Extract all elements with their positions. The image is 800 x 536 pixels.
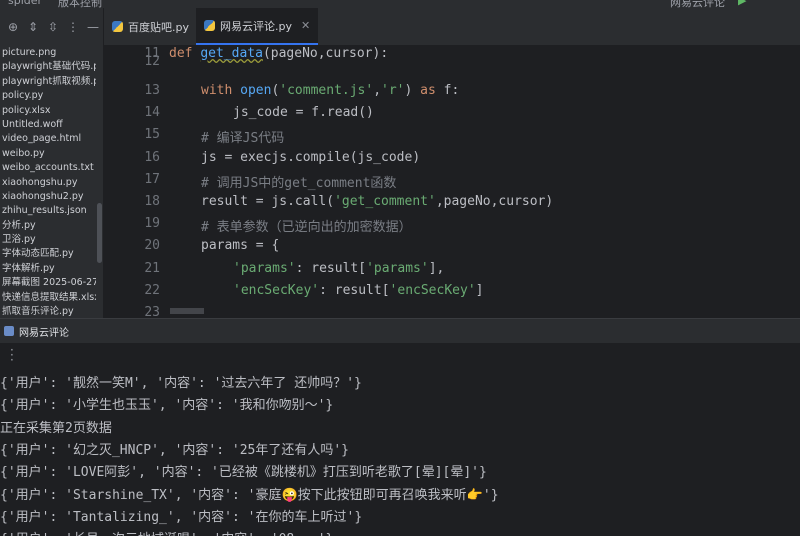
expand-icon[interactable]: ⇕ xyxy=(26,20,40,34)
line-number: 18 xyxy=(144,194,160,209)
line-number: 22 xyxy=(144,283,160,298)
code-line-18: result = js.call('get_comment',pageNo,cu… xyxy=(201,194,554,209)
line-number: 15 xyxy=(144,127,160,142)
code-line-17: # 调用JS中的get_comment函数 xyxy=(201,176,397,191)
line-number-gutter: 11 12 13 14 15 16 17 18 19 20 21 22 23 xyxy=(104,46,160,318)
code-line-20: params = { xyxy=(201,238,280,253)
vcs-menu[interactable]: 版本控制 xyxy=(58,0,102,8)
code-line-19: # 表单参数（已逆向出的加密数据） xyxy=(201,220,412,235)
run-config-selector[interactable]: 网易云评论 xyxy=(670,0,725,8)
console-line: {'用户': 'Tantalizing_', '内容': '在你的车上听过'} xyxy=(0,509,363,525)
code-editor[interactable]: 11 12 13 14 15 16 17 18 19 20 21 22 23 def get_data(… xyxy=(104,46,800,318)
file-tree-item[interactable]: 屏幕截图 2025-06-27 230 xyxy=(0,276,96,290)
code-line-11: def get_data(pageNo,cursor): xyxy=(169,46,389,61)
file-tree-item[interactable]: policy.py xyxy=(0,89,96,103)
line-number: 21 xyxy=(144,261,160,276)
file-tree-item[interactable]: 卫浴.py xyxy=(0,233,96,247)
file-tree-item[interactable]: xiaohongshu2.py xyxy=(0,190,96,204)
file-tree-item[interactable]: weibo.py xyxy=(0,147,96,161)
file-tree-item[interactable]: playwright抓取视频.py xyxy=(0,75,96,89)
file-tree-item[interactable]: zhihu_results.json xyxy=(0,204,96,218)
collapse-icon[interactable]: ⇳ xyxy=(46,20,60,34)
console-line: {'用户': '小学生也玉玉', '内容': '我和你吻别～'} xyxy=(0,398,334,414)
file-tree-item[interactable]: picture.png xyxy=(0,46,96,60)
python-file-icon xyxy=(204,20,215,31)
tab-label: 百度贴吧.py xyxy=(128,20,189,34)
tab-baidu-tieba[interactable]: 百度贴吧.py xyxy=(104,8,197,45)
console-line: {'用户': '长号一次元地域诞唱', '内容': '08...'} xyxy=(0,528,333,536)
file-tree-item[interactable]: 分析.py xyxy=(0,219,96,233)
code-line-22: 'encSecKey': result['encSecKey'] xyxy=(233,283,484,298)
file-tree-item[interactable]: 字体动态匹配.py xyxy=(0,247,96,261)
options-icon[interactable]: ⋮ xyxy=(66,20,80,34)
line-number: 23 xyxy=(144,305,160,318)
hide-icon[interactable]: — xyxy=(86,20,100,34)
project-toolbar: ⊕ ⇕ ⇳ ⋮ — xyxy=(0,8,103,45)
run-icon[interactable]: ▶ xyxy=(738,0,746,7)
file-tree-item[interactable]: Untitled.woff xyxy=(0,118,96,132)
line-number: 20 xyxy=(144,238,160,253)
line-number: 19 xyxy=(144,216,160,231)
line-number: 12 xyxy=(144,54,160,69)
project-name[interactable]: spider xyxy=(8,0,42,7)
run-tab-label[interactable]: 网易云评论 xyxy=(19,324,69,339)
console-line: {'用户': '靓然一笑M', '内容': '过去六年了 还帅吗？'} xyxy=(0,376,362,391)
tree-scrollbar[interactable] xyxy=(97,203,102,263)
file-tree-item[interactable]: playwright基础代码.py xyxy=(0,60,96,74)
line-number: 17 xyxy=(144,172,160,187)
console-line: {'用户': '幻之灭_HNCP', '内容': '25年了还有人吗'} xyxy=(0,442,350,458)
code-line-14: js_code = f.read() xyxy=(233,105,374,120)
line-number: 13 xyxy=(144,83,160,98)
code-line-21: 'params': result['params'], xyxy=(233,261,445,276)
console-output[interactable]: {'用户': '靓然一笑M', '内容': '过去六年了 还帅吗？'} {'用户'… xyxy=(0,368,800,536)
close-icon[interactable]: ✕ xyxy=(301,19,310,32)
python-file-icon xyxy=(112,21,123,32)
line-number: 16 xyxy=(144,150,160,165)
console-line: {'用户': 'LOVE阿彭', '内容': '已经被《跳楼机》打压到听老歌了[… xyxy=(0,465,487,481)
file-tree-item[interactable]: 抓取音乐评论.py xyxy=(0,305,96,318)
code-line-13: with open('comment.js','r') as f: xyxy=(201,83,460,98)
file-tree-item[interactable]: 字体解析.py xyxy=(0,262,96,276)
line-number: 14 xyxy=(144,105,160,120)
project-tree-panel: ⊕ ⇕ ⇳ ⋮ — picture.png playwright基础代码.py pl… xyxy=(0,8,104,318)
console-line: {'用户': 'Starshine_TX', '内容': '豪庭😜按下此按钮即可… xyxy=(0,487,499,503)
run-panel-header: 网易云评论 xyxy=(0,318,800,343)
file-tree-item[interactable]: policy.xlsx xyxy=(0,104,96,118)
title-bar: spider 版本控制 网易云评论 ▶ xyxy=(0,0,800,8)
tab-netease-comments[interactable]: 网易云评论.py ✕ xyxy=(196,8,319,45)
code-line-15: # 编译JS代码 xyxy=(201,131,285,146)
file-tree-item[interactable]: weibo_accounts.txt xyxy=(0,161,96,175)
folded-code-marker[interactable] xyxy=(170,308,204,314)
more-options-icon[interactable]: · · · xyxy=(10,344,14,366)
file-tree-item[interactable]: video_page.html xyxy=(0,132,96,146)
run-toolbar: · · · xyxy=(0,343,800,368)
file-tree-item[interactable]: xiaohongshu.py xyxy=(0,176,96,190)
code-line-16: js = execjs.compile(js_code) xyxy=(201,150,421,165)
locate-icon[interactable]: ⊕ xyxy=(6,20,20,34)
file-list: picture.png playwright基础代码.py playwright抓取… xyxy=(0,46,96,318)
file-tree-item[interactable]: 快递信息提取结果.xlsx xyxy=(0,291,96,305)
console-line: 正在采集第2页数据 xyxy=(0,420,112,436)
tab-label: 网易云评论.py xyxy=(220,19,292,33)
editor-tabs: 百度贴吧.py 网易云评论.py ✕ xyxy=(104,8,800,46)
python-run-icon xyxy=(4,326,14,336)
